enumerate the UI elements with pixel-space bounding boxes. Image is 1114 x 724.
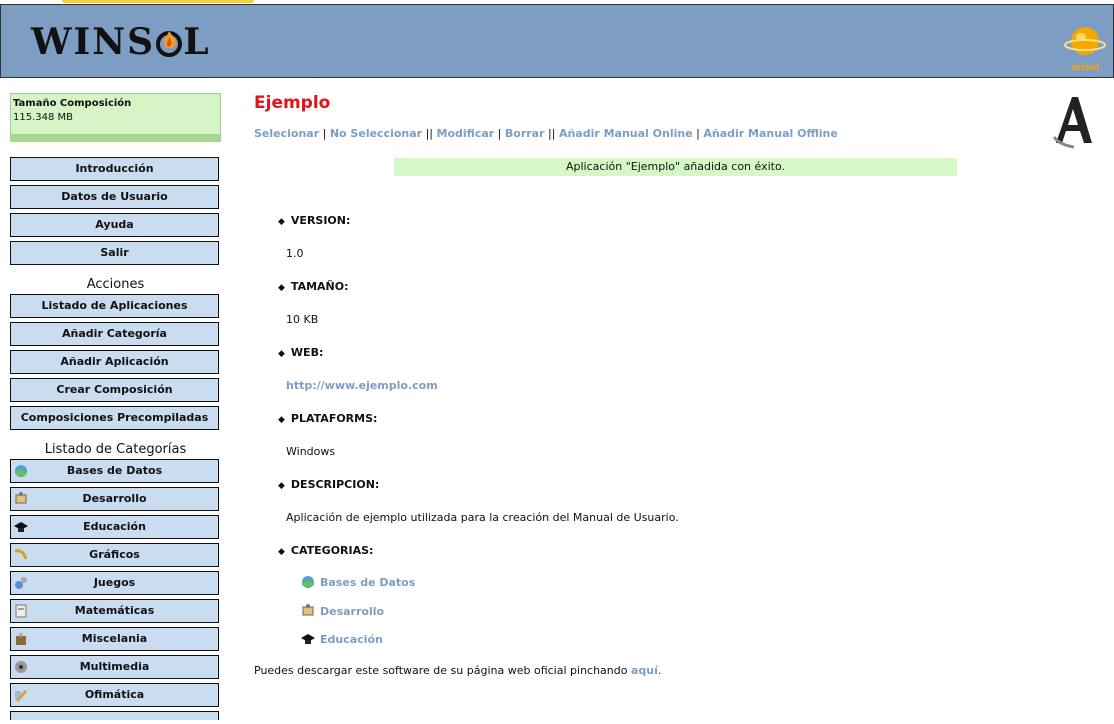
winsol-logo[interactable]: WINS L [31, 21, 211, 63]
nav-introduccion-button[interactable]: Introducción [10, 157, 219, 181]
category-educacion-button[interactable]: Educación [10, 515, 219, 539]
category-ofimatica-button[interactable]: Ofimática [10, 683, 219, 707]
category-graficos-button[interactable]: Gráficos [10, 543, 219, 567]
composition-size-box: Tamaño Composición 115.348 MB [10, 93, 221, 142]
platforms-label: PLATAFORMS: [290, 412, 378, 425]
download-note: Puedes descargar este software de su pág… [254, 664, 661, 677]
development-icon [13, 491, 29, 507]
web-link[interactable]: http://www.ejemplo.com [286, 379, 438, 392]
action-crear-composicion-button[interactable]: Crear Composición [10, 378, 219, 402]
category-label: Ofimática [84, 688, 145, 701]
orisol-logo[interactable]: orisol [1061, 23, 1109, 73]
category-label: Bases de Datos [320, 576, 416, 589]
description-value: Aplicación de ejemplo utilizada para la … [286, 511, 679, 524]
add-manual-online-link[interactable]: Añadir Manual Online [559, 127, 693, 140]
web-label: WEB: [290, 346, 324, 359]
nav-salir-button[interactable]: Salir [10, 241, 219, 265]
download-end: . [657, 664, 662, 677]
multimedia-icon [13, 659, 29, 675]
size-value: 115.348 MB [13, 112, 74, 123]
orisol-text: orisol [1070, 63, 1100, 73]
category-bases-de-datos-button[interactable]: Bases de Datos [10, 459, 219, 483]
category-label: Juegos [93, 576, 136, 589]
math-icon [13, 603, 29, 619]
category-label: Multimedia [79, 660, 150, 673]
download-here-link[interactable]: aquí [631, 664, 658, 677]
delete-link[interactable]: Borrar [505, 127, 545, 140]
logo-flame-icon [155, 24, 183, 57]
category-matematicas-button[interactable]: Matemáticas [10, 599, 219, 623]
category-label: Desarrollo [82, 492, 147, 505]
database-icon [13, 463, 29, 479]
categories-field: ◆ CATEGORIAS: [278, 544, 373, 557]
platforms-field: ◆ PLATAFORMS: [278, 412, 377, 425]
misc-icon [13, 631, 29, 647]
add-manual-offline-link[interactable]: Añadir Manual Offline [703, 127, 837, 140]
version-value: 1.0 [286, 247, 304, 260]
bullet-icon: ◆ [278, 349, 285, 359]
bullet-icon: ◆ [278, 547, 285, 557]
category-label: Bases de Datos [66, 464, 163, 477]
main-content: Ejemplo Selecionar | No Seleccionar || M… [254, 93, 1104, 677]
size-field: ◆ TAMAÑO: [278, 280, 349, 293]
version-field: ◆ VERSION: [278, 214, 350, 227]
platforms-value: Windows [286, 445, 336, 458]
action-listado-aplicaciones-button[interactable]: Listado de Aplicaciones [10, 294, 219, 318]
deselect-link[interactable]: No Seleccionar [330, 127, 422, 140]
category-desarrollo-button[interactable]: Desarrollo [10, 487, 219, 511]
category-label: Desarrollo [320, 605, 385, 618]
database-icon [300, 574, 316, 590]
download-text: Puedes descargar este software de su pág… [254, 664, 628, 677]
nav-ayuda-button[interactable]: Ayuda [10, 213, 219, 237]
category-label: Educación [83, 520, 146, 533]
description-label: DESCRIPCION: [290, 478, 380, 491]
category-label: Miscelania [81, 632, 148, 645]
top-tab [62, 0, 254, 3]
size-label: TAMAÑO: [290, 280, 349, 293]
web-field: ◆ WEB: [278, 346, 323, 359]
size-value: 10 KB [286, 313, 319, 326]
category-next-button[interactable] [10, 711, 219, 720]
app-category-bases-de-datos[interactable]: Bases de Datos [300, 576, 415, 589]
actions-title: Acciones [86, 277, 145, 292]
games-icon [13, 575, 29, 591]
modify-link[interactable]: Modificar [437, 127, 495, 140]
action-anadir-categoria-button[interactable]: Añadir Categoría [10, 322, 219, 346]
office-icon [13, 687, 29, 703]
category-juegos-button[interactable]: Juegos [10, 571, 219, 595]
categories-title: Listado de Categorías [44, 442, 187, 457]
category-miscelania-button[interactable]: Miscelania [10, 627, 219, 651]
page-title: Ejemplo [254, 93, 331, 113]
action-anadir-aplicacion-button[interactable]: Añadir Aplicación [10, 350, 219, 374]
bullet-icon: ◆ [278, 217, 285, 227]
graduation-cap-icon [13, 519, 29, 535]
select-link[interactable]: Selecionar [254, 127, 319, 140]
size-label: Tamaño Composición [13, 98, 132, 109]
description-field: ◆ DESCRIPCION: [278, 478, 379, 491]
category-label: Educación [320, 633, 383, 646]
nav-datos-usuario-button[interactable]: Datos de Usuario [10, 185, 219, 209]
bullet-icon: ◆ [278, 481, 285, 491]
sidebar: Tamaño Composición 115.348 MB Introducci… [10, 93, 221, 724]
success-message: Aplicación "Ejemplo" añadida con éxito. [394, 158, 957, 176]
graduation-cap-icon [300, 631, 316, 647]
app-actions-bar: Selecionar | No Seleccionar || Modificar… [254, 127, 838, 140]
development-icon [300, 603, 316, 619]
bullet-icon: ◆ [278, 283, 285, 293]
app-category-desarrollo[interactable]: Desarrollo [300, 603, 385, 619]
categories-label: CATEGORIAS: [290, 544, 374, 557]
category-label: Gráficos [89, 548, 140, 561]
category-multimedia-button[interactable]: Multimedia [10, 655, 219, 679]
graphics-icon [13, 547, 29, 563]
bullet-icon: ◆ [278, 415, 285, 425]
version-label: VERSION: [290, 214, 351, 227]
app-category-educacion[interactable]: Educación [300, 633, 383, 646]
category-label: Matemáticas [74, 604, 155, 617]
action-composiciones-precompiladas-button[interactable]: Composiciones Precompiladas [10, 406, 219, 430]
font-a-icon [1050, 93, 1096, 149]
header-bar: WINS L orisol [0, 4, 1114, 78]
